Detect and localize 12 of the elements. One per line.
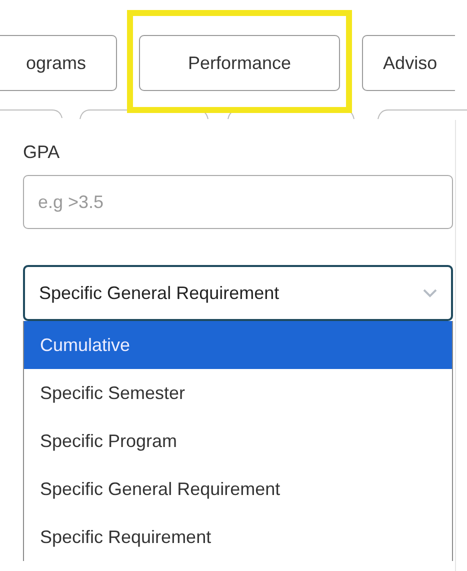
gpa-type-dropdown[interactable]: Specific General Requirement xyxy=(23,265,453,321)
gpa-input-field[interactable]: e.g >3.5 xyxy=(23,175,453,229)
dropdown-option[interactable]: Specific Program xyxy=(24,417,452,465)
field-label: GPA xyxy=(23,142,60,163)
dropdown-option[interactable]: Cumulative xyxy=(24,321,452,369)
tab[interactable]: Performance xyxy=(139,35,340,91)
tab[interactable]: ograms xyxy=(0,35,117,91)
dropdown-option[interactable]: Specific Semester xyxy=(24,369,452,417)
dropdown-option[interactable]: Specific General Requirement xyxy=(24,465,452,513)
dropdown-value: Specific General Requirement xyxy=(39,282,280,304)
tab[interactable]: Adviso xyxy=(362,35,455,91)
dropdown-option[interactable]: Specific Requirement xyxy=(24,513,452,561)
